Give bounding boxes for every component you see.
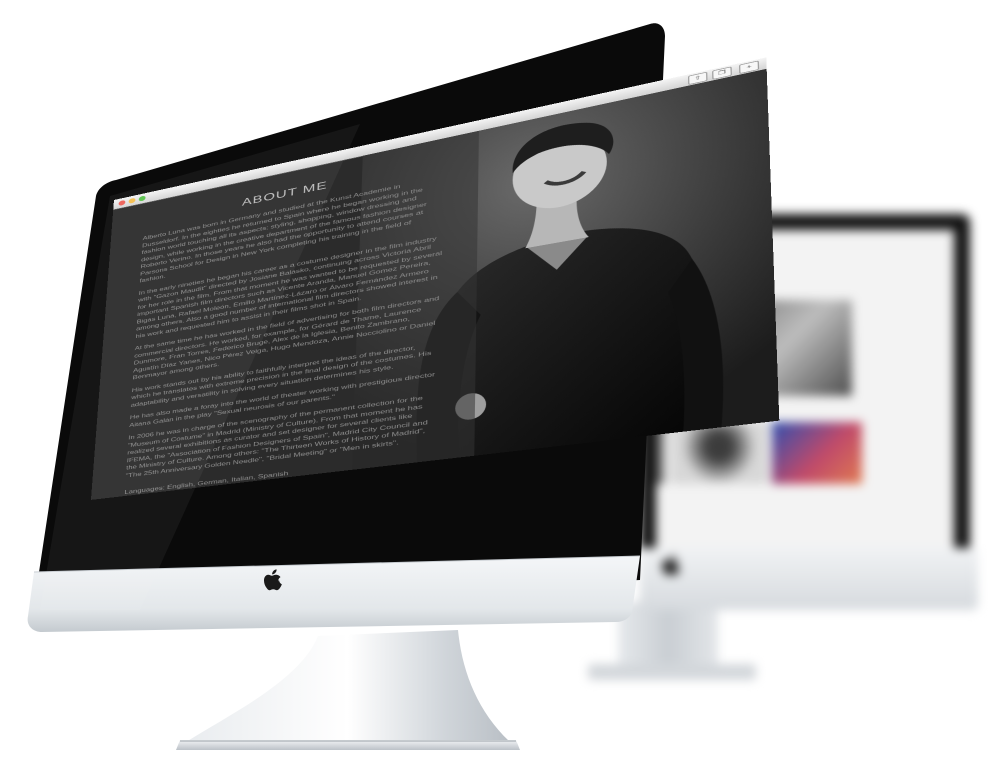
- close-window-button[interactable]: [118, 200, 125, 206]
- front-imac: ⇧ ❐ + ABOUT ME Alberto Luna was born in …: [0, 0, 1000, 776]
- zoom-window-button[interactable]: [139, 195, 146, 201]
- imac-stand: [186, 630, 510, 742]
- minimize-window-button[interactable]: [128, 198, 135, 204]
- apple-logo-icon: [262, 566, 286, 596]
